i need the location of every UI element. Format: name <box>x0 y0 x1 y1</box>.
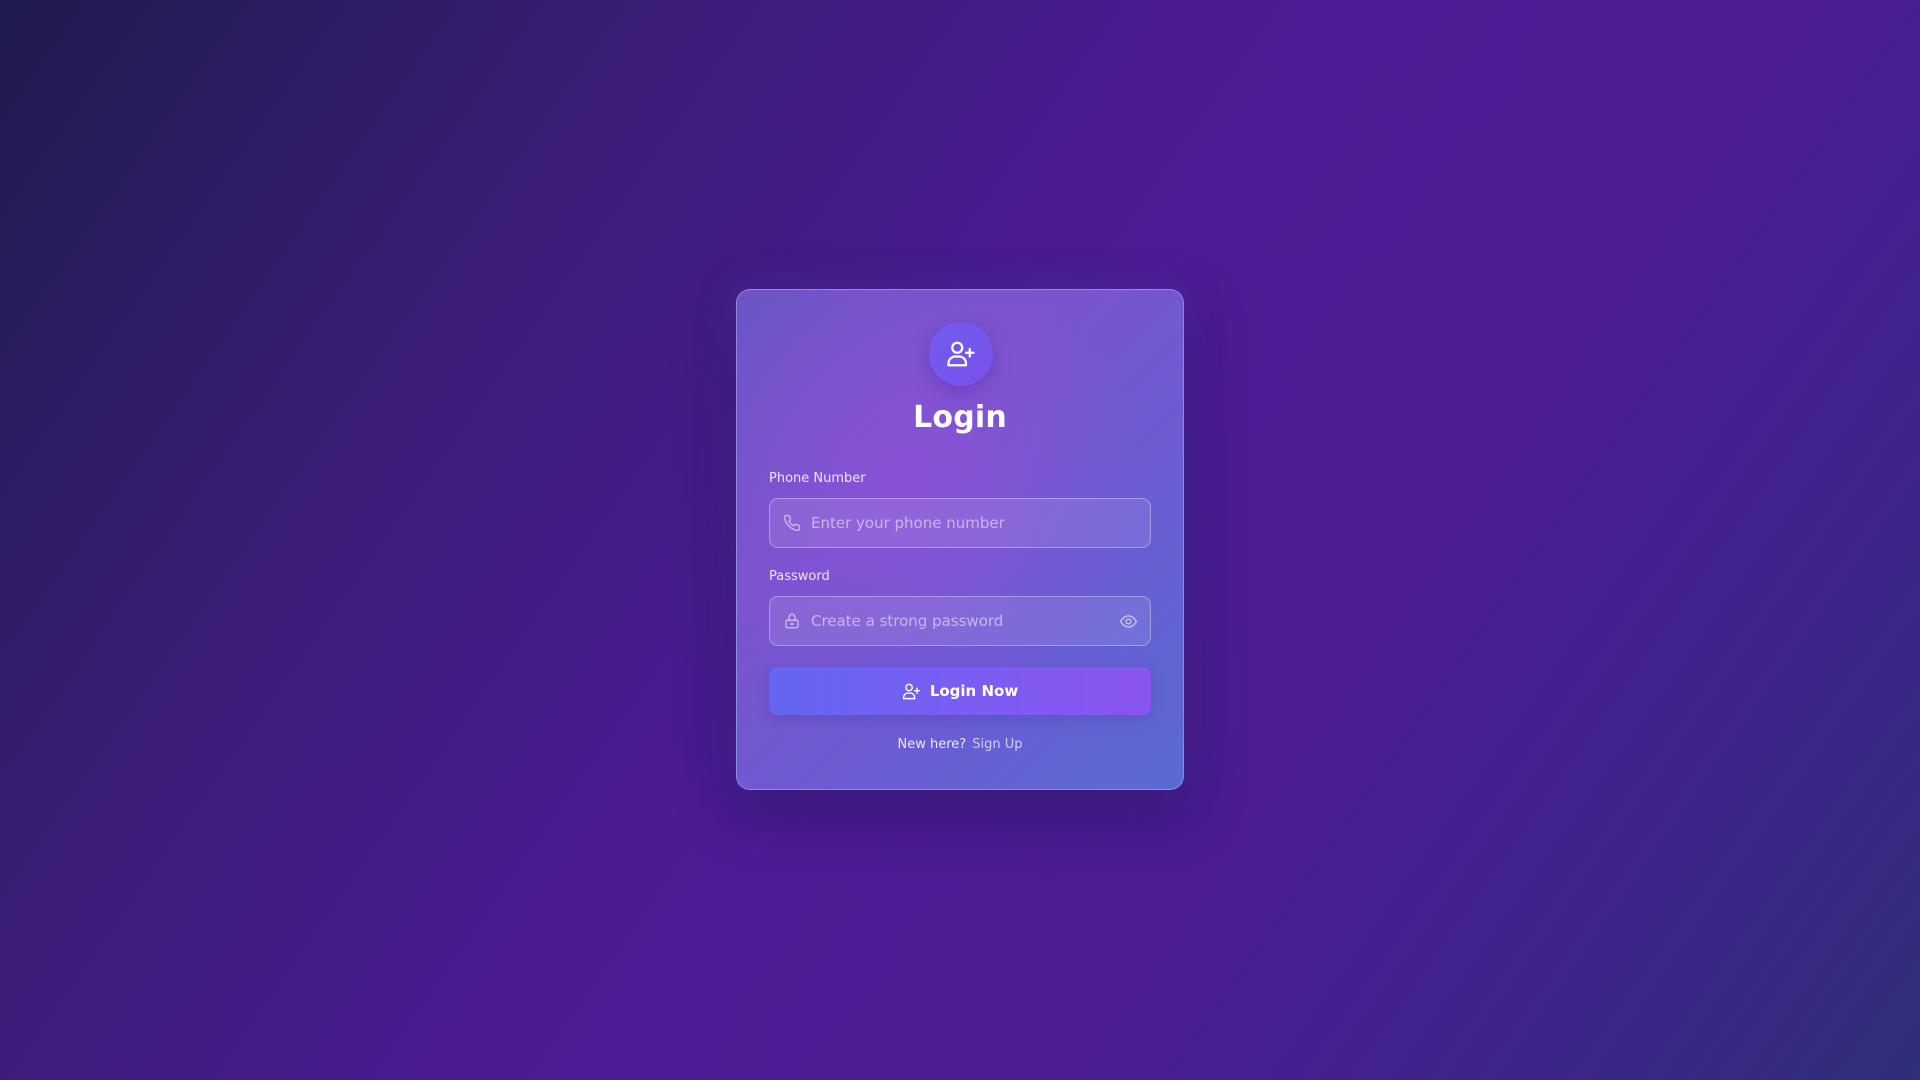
signup-prompt-text: New here? <box>897 737 967 752</box>
password-field[interactable] <box>769 596 1151 646</box>
login-button-label: Login Now <box>929 682 1019 700</box>
login-button[interactable]: Login Now <box>769 667 1151 715</box>
phone-input[interactable] <box>811 499 1150 547</box>
password-label: Password <box>769 569 830 584</box>
user-plus-icon <box>902 683 920 699</box>
user-plus-icon <box>947 341 975 367</box>
lock-icon <box>783 612 801 630</box>
page-title: Login <box>913 400 1007 435</box>
signup-link[interactable]: Sign Up <box>972 737 1022 752</box>
user-plus-avatar <box>929 322 993 386</box>
phone-field[interactable] <box>769 498 1151 548</box>
phone-icon <box>783 514 801 532</box>
login-card: Login Phone Number Password <box>736 289 1184 790</box>
eye-icon[interactable] <box>1118 611 1138 631</box>
phone-label: Phone Number <box>769 471 866 486</box>
password-input[interactable] <box>811 597 1118 645</box>
signup-prompt: New here? Sign Up <box>737 737 1183 752</box>
